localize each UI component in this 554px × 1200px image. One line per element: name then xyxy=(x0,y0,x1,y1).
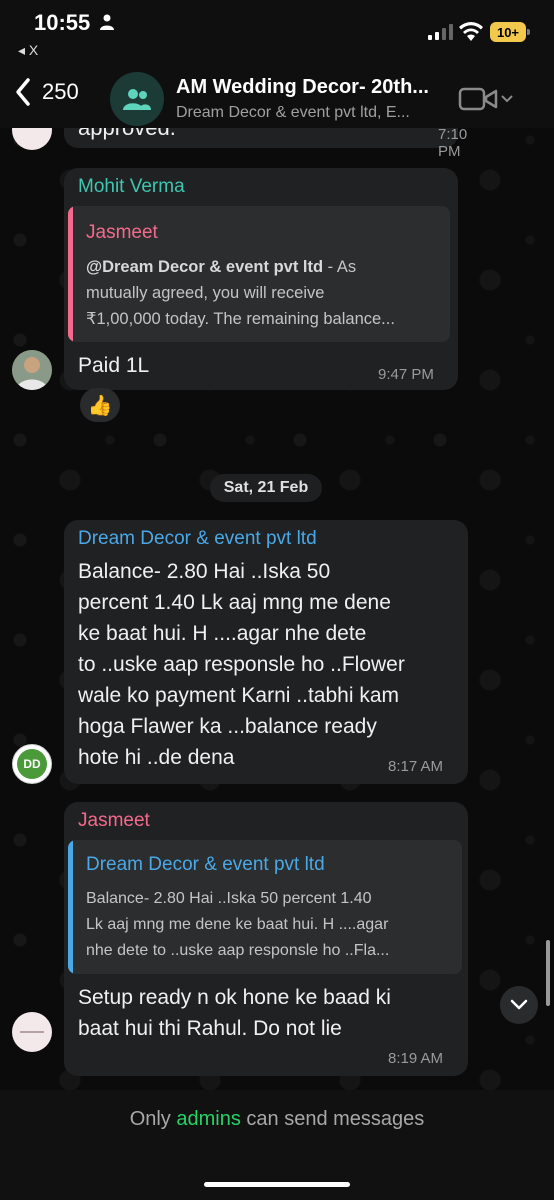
group-subtitle[interactable]: Dream Decor & event pvt ltd, E... xyxy=(176,104,446,122)
message-bubble[interactable]: Dream Decor & event pvt ltd Balance- 2.8… xyxy=(64,520,468,784)
video-camera-icon xyxy=(458,87,498,111)
chevron-down-icon xyxy=(510,999,528,1010)
scroll-to-bottom-button[interactable] xyxy=(500,986,538,1024)
person-icon xyxy=(100,14,114,30)
avatar[interactable]: DD xyxy=(12,744,52,784)
quote-author: Jasmeet xyxy=(86,222,158,243)
message-time: 8:17 AM xyxy=(388,758,444,775)
person-photo-icon xyxy=(12,350,52,390)
message-sender: Mohit Verma xyxy=(78,176,185,197)
message-sender: Jasmeet xyxy=(78,810,150,831)
message-time: 8:19 AM xyxy=(388,1050,444,1067)
video-call-button[interactable] xyxy=(458,84,516,114)
brand-logo: DD xyxy=(17,749,47,779)
battery-icon: 10+ xyxy=(490,22,530,42)
group-avatar[interactable] xyxy=(110,72,164,126)
avatar[interactable] xyxy=(12,1012,52,1052)
message-bubble[interactable]: Jasmeet Dream Decor & event pvt ltd Bala… xyxy=(64,802,468,1076)
wifi-icon xyxy=(459,22,483,41)
group-name[interactable]: AM Wedding Decor- 20th... xyxy=(176,76,446,99)
quoted-message[interactable]: Dream Decor & event pvt ltd Balance- 2.8… xyxy=(68,840,462,974)
quote-bar xyxy=(68,840,73,974)
chevron-left-icon xyxy=(16,78,30,106)
reaction-thumbs-up[interactable]: 👍 xyxy=(80,388,120,422)
quote-mention: @Dream Decor & event pvt ltd xyxy=(86,258,324,276)
back-button[interactable]: 250 xyxy=(10,74,79,110)
unread-count: 250 xyxy=(42,79,79,104)
logo-text-mark xyxy=(12,1012,52,1052)
status-time: 10:55 xyxy=(34,10,91,35)
quote-text: Balance- 2.80 Hai ..Iska 50 percent 1.40… xyxy=(86,890,390,959)
quote-author: Dream Decor & event pvt ltd xyxy=(86,854,325,875)
status-bar: 10:55 ◂ X 10+ xyxy=(0,0,554,62)
quote-bar xyxy=(68,206,73,342)
quote-text: @Dream Decor & event pvt ltd - As mutual… xyxy=(86,258,395,328)
back-to-app-link[interactable]: ◂ X xyxy=(18,42,38,59)
message-text: Setup ready n ok hone ke baad ki baat hu… xyxy=(78,986,391,1040)
message-time: 9:47 PM xyxy=(378,366,434,383)
group-icon xyxy=(123,89,151,110)
scrollbar[interactable] xyxy=(546,940,550,1006)
message-text: Paid 1L xyxy=(78,354,150,377)
message-text: Balance- 2.80 Hai ..Iska 50 percent 1.40… xyxy=(78,560,405,769)
message-time: 7:10 PM xyxy=(438,126,468,160)
avatar[interactable] xyxy=(12,350,52,390)
date-separator: Sat, 21 Feb xyxy=(210,474,322,502)
signal-icon xyxy=(428,24,453,40)
chevron-down-icon xyxy=(501,95,513,103)
chat-header-overlay: 250 AM Wedding Decor- 20th... Dream Deco… xyxy=(0,62,554,128)
quoted-message[interactable]: Jasmeet @Dream Decor & event pvt ltd - A… xyxy=(68,206,450,342)
admins-only-notice: Only admins can send messages xyxy=(129,1108,425,1130)
message-sender: Dream Decor & event pvt ltd xyxy=(78,528,317,549)
admins-link[interactable]: admins xyxy=(176,1108,240,1130)
message-bubble[interactable]: Mohit Verma Jasmeet @Dream Decor & event… xyxy=(64,168,458,390)
home-indicator[interactable] xyxy=(204,1182,350,1187)
